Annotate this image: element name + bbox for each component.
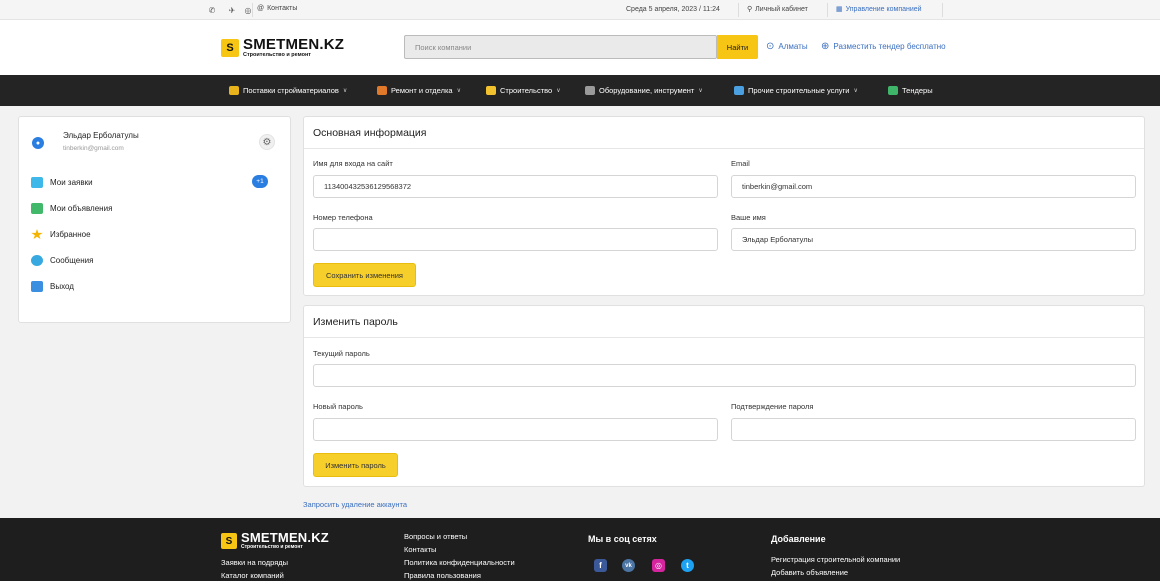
building-icon: ▦ <box>836 6 843 13</box>
footer-link-add-ad[interactable]: Добавить объявление <box>771 568 848 577</box>
footer-link-requests[interactable]: Заявки на подряды <box>221 558 288 567</box>
card-title: Изменить пароль <box>313 316 398 328</box>
top-bar: ✆ ✈ ◎ @ Контакты Среда 5 апреля, 2023 / … <box>0 0 1160 20</box>
delete-account-link[interactable]: Запросить удаление аккаунта <box>303 500 407 509</box>
user-icon: ⚲ <box>747 6 753 13</box>
footer-link-terms[interactable]: Правила пользования <box>404 571 481 580</box>
renovation-icon <box>377 86 387 95</box>
new-password-field[interactable] <box>313 418 718 441</box>
social-heading: Мы в соц сетях <box>588 534 657 544</box>
divider <box>827 3 828 17</box>
divider <box>304 148 1144 149</box>
ads-icon <box>31 203 43 214</box>
header: S SMETMEN.KZ Строительство и ремонт Поис… <box>0 20 1160 75</box>
nav-item-construction[interactable]: Строительство ∨ <box>486 86 561 95</box>
gear-icon[interactable]: ⚙ <box>259 134 275 150</box>
personal-cabinet-link[interactable]: ⚲ Личный кабинет <box>747 5 808 14</box>
email-label: Email <box>731 159 750 168</box>
company-management-link[interactable]: ▦ Управление компанией <box>836 5 922 14</box>
current-password-label: Текущий пароль <box>313 349 370 358</box>
chevron-down-icon: ∨ <box>698 88 703 94</box>
logo-name: SMETMEN.KZ <box>243 36 345 53</box>
sidebar-item-my-requests[interactable]: Мои заявки <box>31 177 93 188</box>
search-button[interactable]: Найти <box>717 35 758 59</box>
footer-link-faq[interactable]: Вопросы и ответы <box>404 532 467 541</box>
telegram-icon[interactable]: ✈ <box>227 5 237 15</box>
footer: S SMETMEN.KZ Строительство и ремонт Заяв… <box>0 518 1160 581</box>
divider <box>304 337 1144 338</box>
avatar: ● <box>32 137 44 149</box>
logo-name: SMETMEN.KZ <box>241 530 329 545</box>
login-field[interactable]: 113400432536129568372 <box>313 175 718 198</box>
change-password-card: Изменить пароль Текущий пароль Новый пар… <box>303 305 1145 487</box>
chat-icon <box>31 255 43 266</box>
current-date: Среда 5 апреля, 2023 / 11:24 <box>626 6 720 13</box>
logo-mark: S <box>221 39 239 57</box>
sidebar-item-logout[interactable]: Выход <box>31 281 74 292</box>
add-heading: Добавление <box>771 534 826 544</box>
nav-item-tenders[interactable]: Тендеры <box>888 86 933 95</box>
construction-icon <box>486 86 496 95</box>
footer-logo[interactable]: S SMETMEN.KZ Строительство и ремонт <box>221 530 329 550</box>
confirm-password-field[interactable] <box>731 418 1136 441</box>
requests-icon <box>31 177 43 188</box>
vk-icon[interactable]: vk <box>622 559 635 572</box>
main-nav: Поставки стройматериалов ∨ Ремонт и отде… <box>0 75 1160 106</box>
footer-link-register-company[interactable]: Регистрация строительной компании <box>771 555 900 564</box>
nav-item-equipment[interactable]: Оборудование, инструмент ∨ <box>585 86 703 95</box>
email-field[interactable]: tinberkin@gmail.com <box>731 175 1136 198</box>
confirm-password-label: Подтверждение пароля <box>731 402 814 411</box>
login-label: Имя для входа на сайт <box>313 159 393 168</box>
account-sidebar: ● Эльдар Ерболатулы tinberkin@gmail.com … <box>18 116 291 323</box>
chevron-down-icon: ∨ <box>342 88 348 94</box>
user-email: tinberkin@gmail.com <box>63 145 124 152</box>
sidebar-item-favorites[interactable]: Избранное <box>31 229 91 240</box>
instagram-icon[interactable]: ◎ <box>652 559 665 572</box>
sidebar-item-my-ads[interactable]: Мои объявления <box>31 203 112 214</box>
services-icon <box>734 86 744 95</box>
divider <box>252 3 253 17</box>
facebook-icon[interactable]: f <box>594 559 607 572</box>
tenders-icon <box>888 86 898 95</box>
footer-link-catalog[interactable]: Каталог компаний <box>221 571 284 580</box>
contacts-link[interactable]: @ Контакты <box>257 5 297 12</box>
logout-icon <box>31 281 43 292</box>
footer-link-contacts[interactable]: Контакты <box>404 545 436 554</box>
sidebar-item-messages[interactable]: Сообщения <box>31 255 93 266</box>
divider <box>942 3 943 17</box>
new-password-label: Новый пароль <box>313 402 363 411</box>
phone-field[interactable] <box>313 228 718 251</box>
card-title: Основная информация <box>313 127 427 139</box>
requests-count-badge: +1 <box>252 175 268 188</box>
chevron-down-icon: ∨ <box>456 88 461 94</box>
name-label: Ваше имя <box>731 213 766 222</box>
logo-mark: S <box>221 533 237 549</box>
save-changes-button[interactable]: Сохранить изменения <box>313 263 416 287</box>
footer-link-privacy[interactable]: Политика конфиденциальности <box>404 558 515 567</box>
change-password-button[interactable]: Изменить пароль <box>313 453 398 477</box>
location-pin-icon: ⊙ <box>766 41 775 52</box>
current-password-field[interactable] <box>313 364 1136 387</box>
nav-item-other-services[interactable]: Прочие строительные услуги ∨ <box>734 86 858 95</box>
nav-item-materials[interactable]: Поставки стройматериалов ∨ <box>229 86 347 95</box>
user-name: Эльдар Ерболатулы <box>63 131 139 140</box>
city-selector[interactable]: ⊙ Алматы <box>766 41 808 52</box>
search-input[interactable]: Поиск компании <box>404 35 717 59</box>
name-field[interactable]: Эльдар Ерболатулы <box>731 228 1136 251</box>
twitter-icon[interactable]: t <box>681 559 694 572</box>
site-logo[interactable]: S SMETMEN.KZ Строительство и ремонт <box>221 36 345 58</box>
chevron-down-icon: ∨ <box>556 88 561 94</box>
whatsapp-icon[interactable]: ✆ <box>207 5 217 15</box>
materials-icon <box>229 86 239 95</box>
at-icon: @ <box>257 5 265 12</box>
post-tender-link[interactable]: ⊕ Разместить тендер бесплатно <box>821 41 946 52</box>
phone-label: Номер телефона <box>313 213 373 222</box>
equipment-icon <box>585 86 595 95</box>
divider <box>738 3 739 17</box>
star-icon <box>31 229 43 240</box>
plus-search-icon: ⊕ <box>821 41 830 52</box>
basic-info-card: Основная информация Имя для входа на сай… <box>303 116 1145 296</box>
chevron-down-icon: ∨ <box>853 88 858 94</box>
nav-item-renovation[interactable]: Ремонт и отделка ∨ <box>377 86 461 95</box>
